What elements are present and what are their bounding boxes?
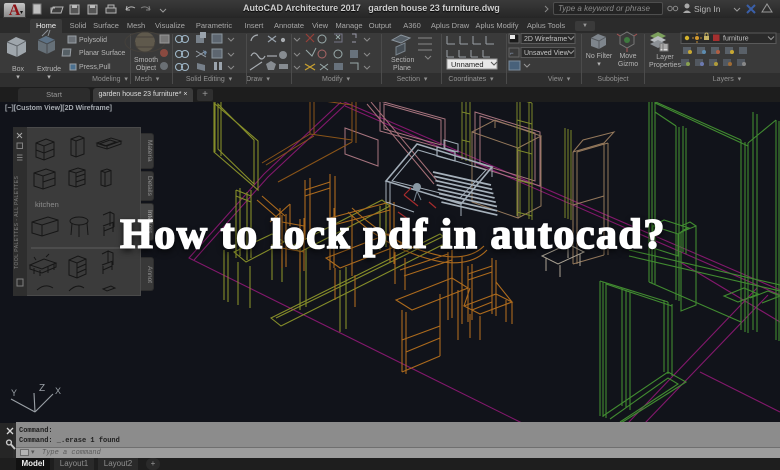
svg-text:kitchen: kitchen [35, 200, 59, 209]
